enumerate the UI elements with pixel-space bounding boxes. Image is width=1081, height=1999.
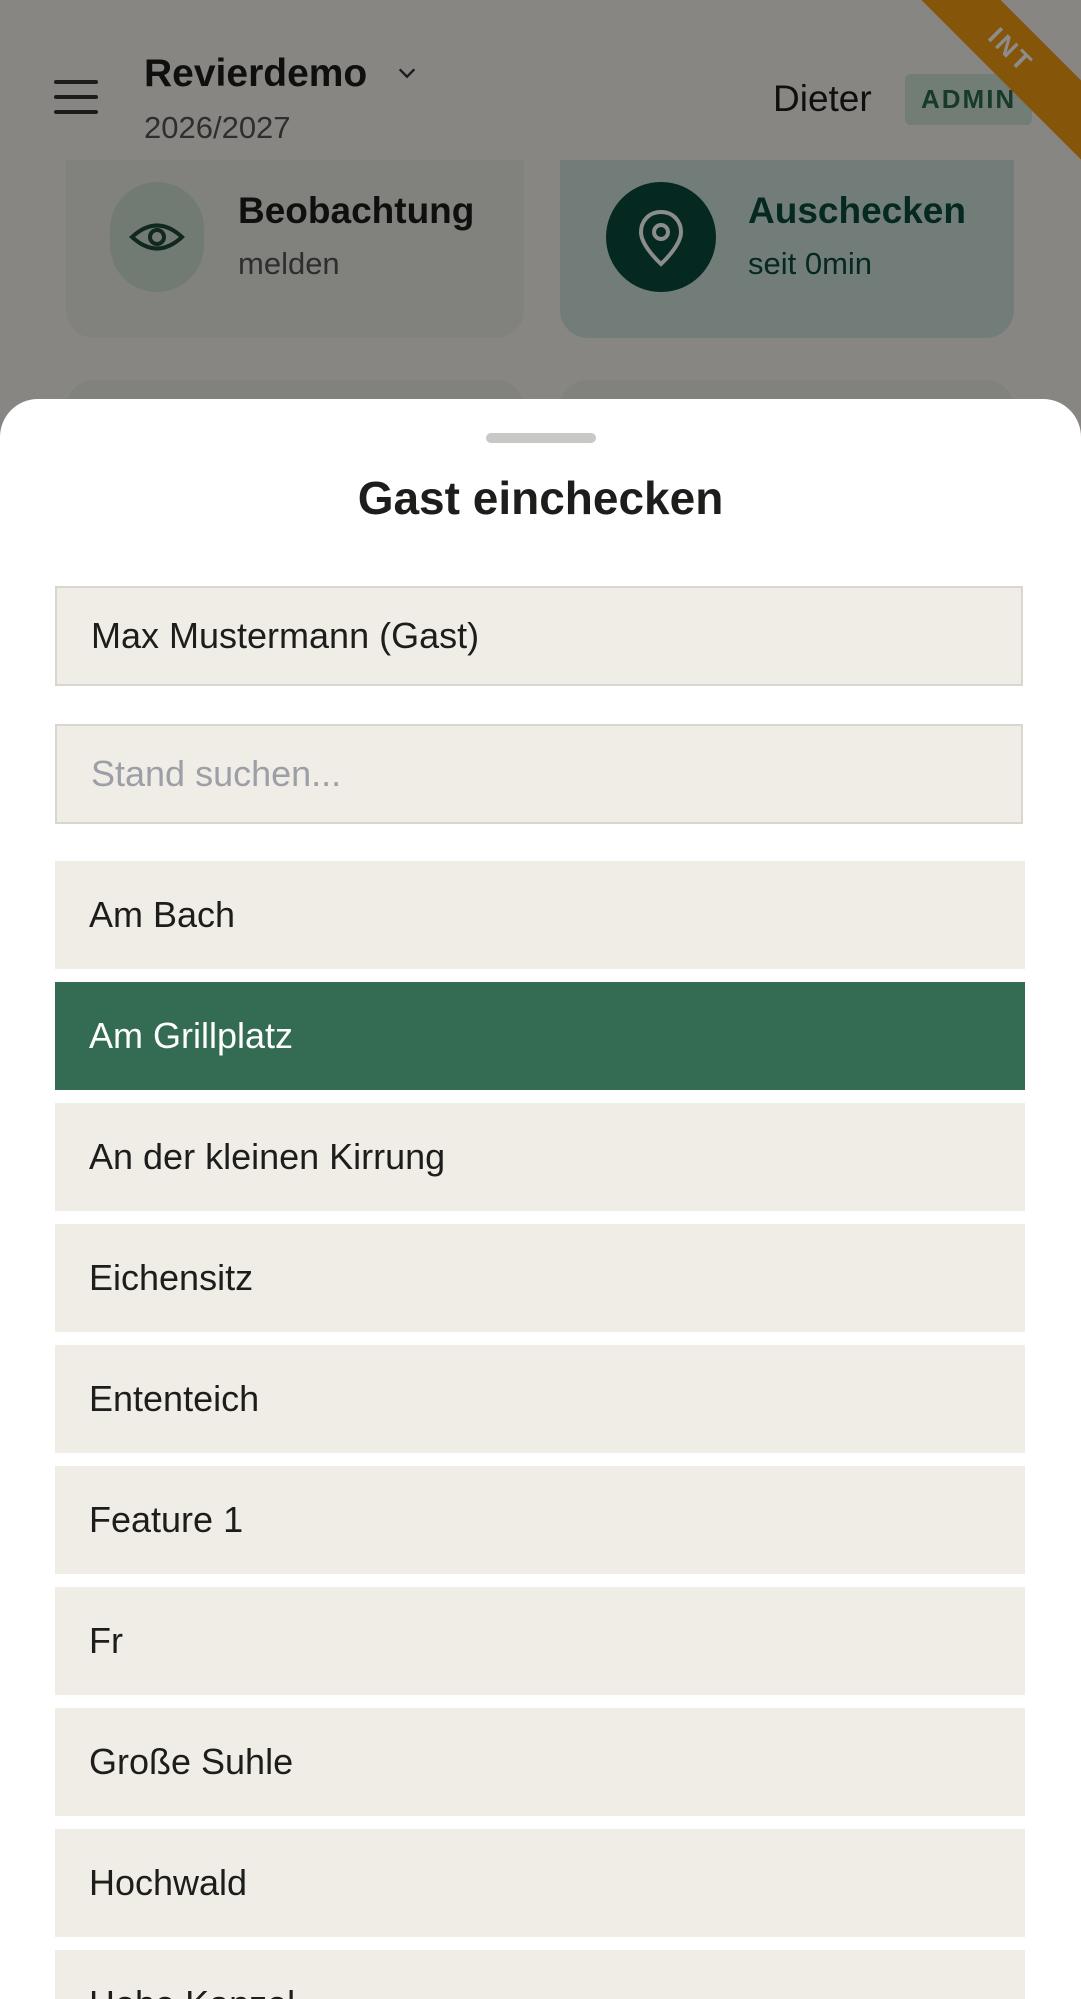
- sheet-title: Gast einchecken: [357, 472, 724, 524]
- list-item[interactable]: Ententeich: [55, 1345, 1025, 1453]
- list-item[interactable]: Hohe Kanzel: [55, 1950, 1025, 1999]
- list-item[interactable]: Große Suhle: [55, 1708, 1025, 1816]
- list-item[interactable]: Fr: [55, 1587, 1025, 1695]
- list-item[interactable]: Hochwald: [55, 1829, 1025, 1937]
- stand-list: Am Bach Am Grillplatz An der kleinen Kir…: [55, 861, 1025, 1999]
- sheet-drag-handle[interactable]: [486, 433, 596, 443]
- list-item[interactable]: Am Bach: [55, 861, 1025, 969]
- list-item[interactable]: An der kleinen Kirrung: [55, 1103, 1025, 1211]
- list-item[interactable]: Eichensitz: [55, 1224, 1025, 1332]
- guest-checkin-sheet: Gast einchecken Max Mustermann (Gast) Am…: [0, 399, 1081, 1999]
- list-item[interactable]: Feature 1: [55, 1466, 1025, 1574]
- stand-search-input[interactable]: [55, 724, 1023, 824]
- list-item-selected[interactable]: Am Grillplatz: [55, 982, 1025, 1090]
- guest-select-field[interactable]: Max Mustermann (Gast): [55, 586, 1023, 686]
